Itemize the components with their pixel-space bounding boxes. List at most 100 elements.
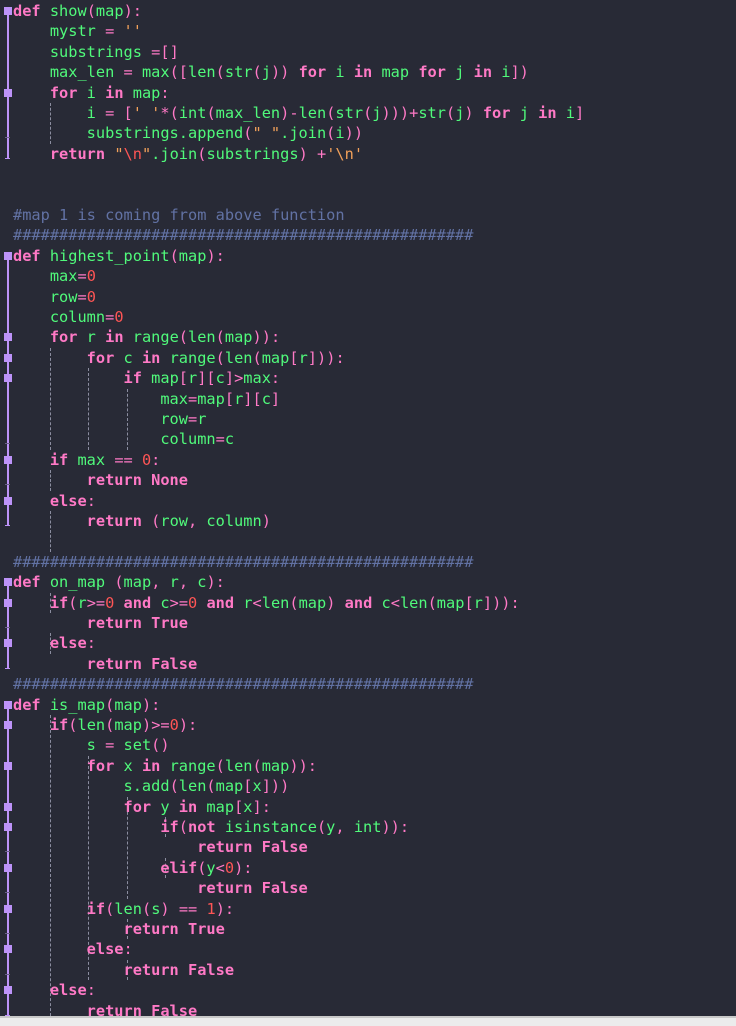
code-line[interactable]: return "\n".join(substrings) +'\n' bbox=[13, 144, 363, 164]
code-line[interactable]: if(len(s) == 1): bbox=[13, 899, 234, 919]
code-line[interactable]: else: bbox=[13, 491, 96, 511]
code-line[interactable]: for y in map[x]: bbox=[13, 797, 271, 817]
code-line[interactable]: s.add(len(map[x])) bbox=[13, 776, 290, 796]
code-token: max bbox=[13, 267, 78, 286]
code-token: ( bbox=[178, 328, 189, 347]
code-token: : bbox=[86, 981, 96, 1000]
code-token: return True bbox=[13, 614, 188, 632]
code-token: r bbox=[197, 410, 207, 428]
code-line[interactable]: column=0 bbox=[13, 307, 124, 327]
code-token: x bbox=[243, 797, 253, 816]
code-line[interactable]: elif(y<0): bbox=[13, 858, 252, 878]
code-line[interactable]: for i in map: bbox=[13, 83, 170, 103]
code-line[interactable]: def highest_point(map): bbox=[13, 246, 225, 266]
code-token: < bbox=[390, 593, 400, 612]
code-line[interactable]: mystr = '' bbox=[13, 21, 142, 41]
fold-end-marker bbox=[5, 484, 10, 486]
code-line[interactable]: def on_map (map, r, c): bbox=[13, 572, 225, 592]
code-token: ( bbox=[114, 573, 124, 592]
code-line[interactable]: return True bbox=[13, 613, 188, 633]
code-line[interactable]: else: bbox=[13, 633, 96, 653]
code-token: max bbox=[68, 450, 115, 469]
code-line[interactable]: max_len = max([len(str(j)) for i in map … bbox=[13, 62, 529, 82]
code-token: else bbox=[13, 940, 124, 959]
code-line[interactable]: def show(map): bbox=[13, 1, 142, 21]
code-line[interactable]: return False bbox=[13, 837, 308, 857]
code-token: >= bbox=[86, 593, 106, 612]
code-token: [ bbox=[224, 389, 235, 408]
code-line[interactable]: substrings.append(" ".join(i)) bbox=[13, 123, 363, 143]
code-line[interactable]: return False bbox=[13, 960, 235, 980]
code-line[interactable]: row=r bbox=[13, 409, 206, 429]
code-token: if bbox=[13, 593, 69, 612]
code-editor[interactable]: def show(map): mystr = '' substrings =[]… bbox=[0, 0, 736, 1021]
code-token: in bbox=[105, 328, 124, 347]
code-token: map bbox=[261, 756, 290, 775]
code-line[interactable]: else: bbox=[13, 980, 96, 1000]
code-token: ( bbox=[363, 104, 373, 122]
code-token: = bbox=[105, 22, 115, 41]
code-token: ][ bbox=[243, 389, 262, 408]
code-token: map bbox=[141, 369, 179, 388]
code-line[interactable]: if max == 0: bbox=[13, 450, 161, 470]
code-token: s bbox=[13, 736, 106, 755]
code-token: max_len bbox=[215, 104, 281, 122]
code-token: for bbox=[289, 63, 327, 82]
code-line[interactable]: return False bbox=[13, 878, 308, 898]
code-line[interactable]: ########################################… bbox=[13, 552, 473, 572]
code-token: ########################################… bbox=[13, 675, 474, 694]
code-token: : bbox=[399, 818, 410, 836]
code-token: ]: bbox=[252, 797, 271, 816]
code-line[interactable]: ########################################… bbox=[13, 674, 473, 694]
code-token: for bbox=[13, 756, 115, 775]
code-token: def bbox=[13, 2, 41, 20]
code-line[interactable]: if(len(map)>=0): bbox=[13, 715, 197, 735]
code-token: return True bbox=[13, 920, 225, 938]
code-token: map bbox=[436, 593, 465, 612]
code-line[interactable]: return True bbox=[13, 919, 225, 939]
code-token: if bbox=[13, 716, 69, 734]
code-token: map bbox=[123, 83, 161, 102]
fold-end-marker bbox=[5, 627, 10, 628]
code-token: " bbox=[105, 144, 124, 163]
code-line[interactable]: for x in range(len(map)): bbox=[13, 756, 317, 776]
code-line[interactable]: if(not isinstance(y, int)): bbox=[13, 817, 409, 837]
code-token: ): bbox=[215, 899, 235, 918]
code-line[interactable]: for c in range(len(map[r])): bbox=[13, 348, 345, 368]
code-token: map bbox=[261, 348, 290, 367]
code-token: ( bbox=[105, 716, 115, 734]
code-token: isinstance bbox=[215, 818, 317, 836]
code-token: : bbox=[270, 369, 281, 388]
code-line[interactable]: s = set() bbox=[13, 735, 170, 755]
code-token: def bbox=[13, 573, 41, 592]
code-line[interactable]: row=0 bbox=[13, 287, 96, 307]
code-token: [ bbox=[178, 369, 188, 388]
code-token: .join bbox=[280, 124, 327, 143]
code-token: int bbox=[178, 104, 207, 122]
code-line[interactable]: i = [' '*(int(max_len)-len(str(j)))+str(… bbox=[13, 103, 585, 123]
code-token: map bbox=[114, 716, 142, 734]
code-line[interactable]: for r in range(len(map)): bbox=[13, 327, 280, 347]
code-token: < bbox=[215, 858, 225, 877]
code-line[interactable]: max=0 bbox=[13, 266, 96, 286]
code-token: is_map bbox=[40, 695, 106, 714]
code-line[interactable]: #map 1 is coming from above function bbox=[13, 205, 345, 225]
code-line[interactable]: substrings =[] bbox=[13, 42, 179, 62]
code-line[interactable]: return (row, column) bbox=[13, 511, 271, 531]
code-token: ########################################… bbox=[13, 552, 474, 571]
code-line[interactable]: max=map[r][c] bbox=[13, 389, 280, 409]
code-line[interactable]: ########################################… bbox=[13, 225, 473, 245]
code-line[interactable]: else: bbox=[13, 939, 133, 959]
code-token: ): bbox=[178, 716, 198, 734]
code-line[interactable]: def is_map(map): bbox=[13, 695, 160, 715]
code-line[interactable]: if(r>=0 and c>=0 and r<len(map) and c<le… bbox=[13, 593, 520, 613]
code-token: else bbox=[13, 634, 87, 653]
code-line[interactable]: return None bbox=[13, 470, 188, 490]
code-line[interactable]: return False bbox=[13, 654, 198, 674]
code-line[interactable]: if map[r][c]>max: bbox=[13, 368, 281, 388]
code-token: ( bbox=[141, 899, 152, 918]
code-token: < bbox=[252, 593, 262, 612]
code-token: [ bbox=[464, 593, 474, 612]
code-line[interactable]: column=c bbox=[13, 429, 234, 449]
code-token: () bbox=[151, 736, 170, 755]
